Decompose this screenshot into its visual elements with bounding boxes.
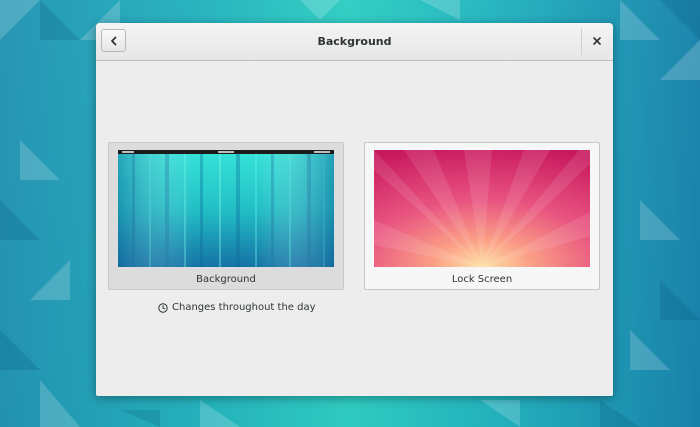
info-line: Changes throughout the day bbox=[158, 302, 316, 313]
desktop: Background Background Lock Screen Change… bbox=[0, 0, 700, 427]
background-tile[interactable]: Background bbox=[108, 142, 344, 290]
background-settings-window: Background Background Lock Screen Change… bbox=[96, 23, 613, 396]
clock-icon bbox=[158, 302, 168, 313]
lock-screen-tile-label: Lock Screen bbox=[451, 274, 513, 285]
window-title: Background bbox=[317, 35, 392, 48]
background-thumbnail bbox=[118, 150, 334, 267]
lock-screen-thumbnail bbox=[374, 150, 590, 267]
close-icon bbox=[593, 37, 601, 45]
header-bar: Background bbox=[96, 23, 613, 61]
lock-screen-tile[interactable]: Lock Screen bbox=[364, 142, 600, 290]
info-text: Changes throughout the day bbox=[172, 302, 316, 313]
titlebar-separator bbox=[581, 28, 582, 55]
close-button[interactable] bbox=[587, 31, 607, 51]
background-tile-label: Background bbox=[196, 274, 256, 285]
